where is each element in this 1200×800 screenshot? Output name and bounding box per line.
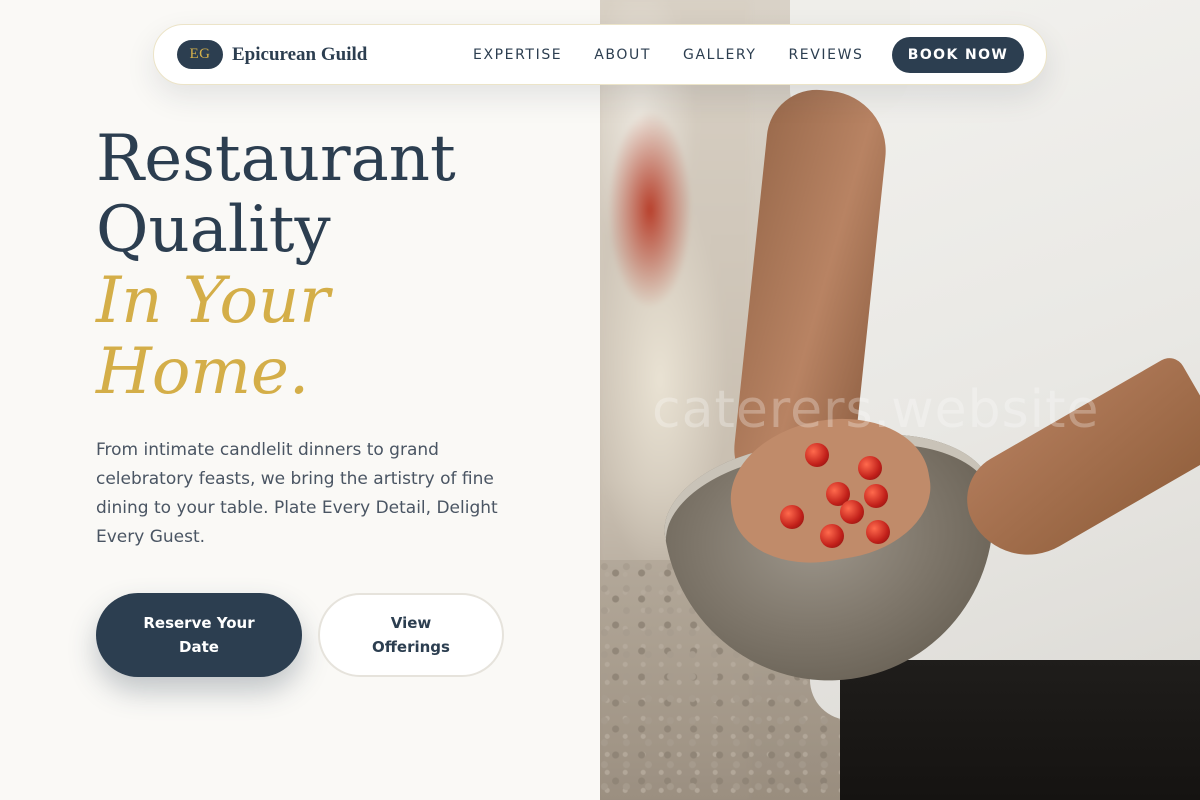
hero-title-accent: In Your bbox=[96, 264, 330, 338]
photo-tomato bbox=[864, 484, 888, 508]
photo-tomato bbox=[840, 500, 864, 524]
hero-title: Restaurant Quality In Your Home. bbox=[96, 124, 456, 408]
hero-title-accent: Home. bbox=[96, 335, 310, 409]
photo-watermark: caterers.website bbox=[652, 380, 1100, 440]
photo-tomato bbox=[858, 456, 882, 480]
book-now-button[interactable]: BOOK NOW bbox=[892, 37, 1024, 73]
brand-badge: EG bbox=[177, 40, 223, 69]
nav-link-reviews[interactable]: REVIEWS bbox=[788, 47, 863, 63]
photo-dark-pants bbox=[840, 660, 1200, 800]
landing-page: caterers.website EG Epicurean Guild EXPE… bbox=[0, 0, 1200, 800]
nav-link-expertise[interactable]: EXPERTISE bbox=[473, 47, 562, 63]
hero-title-line: Restaurant bbox=[96, 122, 456, 196]
brand-logo[interactable]: EG Epicurean Guild bbox=[177, 40, 367, 69]
reserve-date-button[interactable]: Reserve Your Date bbox=[96, 593, 302, 677]
nav-links: EXPERTISE ABOUT GALLERY REVIEWS bbox=[473, 25, 896, 84]
photo-tomato bbox=[780, 505, 804, 529]
hero-photo: caterers.website bbox=[600, 0, 1200, 800]
view-offerings-button[interactable]: View Offerings bbox=[318, 593, 504, 677]
photo-tomato bbox=[805, 443, 829, 467]
photo-tomato bbox=[820, 524, 844, 548]
hero-title-line: Quality bbox=[96, 193, 331, 267]
photo-tomato bbox=[866, 520, 890, 544]
hero-description: From intimate candlelit dinners to grand… bbox=[96, 440, 498, 547]
nav-link-gallery[interactable]: GALLERY bbox=[683, 47, 756, 63]
brand-name: Epicurean Guild bbox=[232, 43, 368, 65]
top-navbar: EG Epicurean Guild EXPERTISE ABOUT GALLE… bbox=[153, 24, 1047, 85]
nav-link-about[interactable]: ABOUT bbox=[594, 47, 651, 63]
